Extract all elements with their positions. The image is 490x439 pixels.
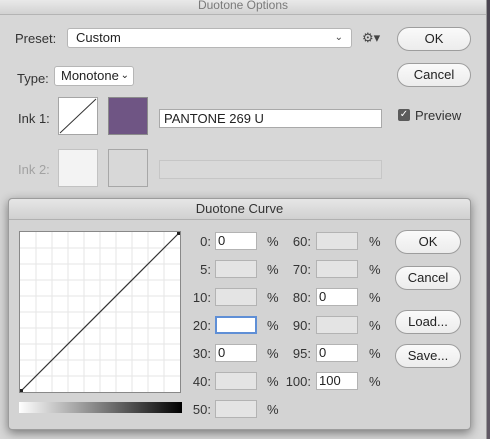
preset-label: Preset: — [15, 31, 57, 46]
point-label: 70: — [292, 262, 311, 277]
point-90-field[interactable] — [316, 316, 358, 334]
point-30-field[interactable]: 0 — [215, 344, 257, 362]
point-label: 40: — [192, 374, 211, 389]
chevron-down-icon: ⌄ — [120, 70, 129, 81]
ink2-name-field — [159, 160, 382, 179]
percent-sign: % — [267, 346, 279, 361]
point-label: 90: — [292, 318, 311, 333]
percent-sign: % — [267, 262, 279, 277]
point-95-field[interactable]: 0 — [316, 344, 358, 362]
percent-sign: % — [267, 234, 279, 249]
point-label: 60: — [292, 234, 311, 249]
curve-point-end[interactable] — [177, 232, 180, 235]
type-label: Type: — [17, 71, 49, 86]
curve-preview-icon — [59, 98, 97, 134]
percent-sign: % — [267, 318, 279, 333]
ink2-color-swatch — [108, 149, 148, 187]
curve-point-start[interactable] — [20, 389, 23, 392]
curve-graph[interactable] — [19, 231, 181, 393]
point-80-field[interactable]: 0 — [316, 288, 358, 306]
curve-grid — [20, 232, 180, 392]
preview-checkbox[interactable]: ✓ — [398, 109, 410, 121]
cancel-button[interactable]: Cancel — [397, 63, 471, 87]
curve-dialog-title: Duotone Curve — [9, 199, 470, 220]
point-40-field[interactable] — [215, 372, 257, 390]
curve-load-button[interactable]: Load... — [395, 310, 461, 334]
type-value: Monotone — [61, 68, 119, 83]
duotone-curve-dialog: Duotone Curve 0: 0 % 5: % 10: % 20: % 30… — [8, 198, 471, 430]
point-label: 5: — [200, 262, 211, 277]
percent-sign: % — [369, 346, 381, 361]
point-label: 80: — [292, 290, 311, 305]
percent-sign: % — [369, 234, 381, 249]
type-select[interactable]: Monotone ⌄ — [54, 66, 134, 86]
percent-sign: % — [369, 262, 381, 277]
point-50-field[interactable] — [215, 400, 257, 418]
preview-label: Preview — [415, 108, 462, 123]
ink2-curve-swatch — [58, 149, 98, 187]
point-5-field[interactable] — [215, 260, 257, 278]
curve-ok-button[interactable]: OK — [395, 230, 461, 254]
point-label: 0: — [200, 234, 211, 249]
curve-cancel-button[interactable]: Cancel — [395, 266, 461, 290]
preset-select[interactable]: Custom ⌄ — [67, 28, 352, 48]
preset-value: Custom — [76, 30, 121, 45]
percent-sign: % — [369, 374, 381, 389]
ink1-color-swatch[interactable] — [108, 97, 148, 135]
tone-gradient-bar — [19, 402, 182, 413]
percent-sign: % — [267, 290, 279, 305]
point-0-field[interactable]: 0 — [215, 232, 257, 250]
ink1-name-field[interactable]: PANTONE 269 U — [159, 109, 382, 128]
point-label: 10: — [192, 290, 211, 305]
ok-button[interactable]: OK — [397, 27, 471, 51]
chevron-down-icon: ⌄ — [334, 32, 343, 43]
ink2-label: Ink 2: — [18, 162, 50, 177]
ink1-curve-swatch[interactable] — [58, 97, 98, 135]
point-label: 100: — [285, 374, 311, 389]
point-label: 20: — [192, 318, 211, 333]
point-label: 50: — [192, 402, 211, 417]
gear-icon[interactable]: ⚙▾ — [362, 30, 380, 46]
percent-sign: % — [369, 290, 381, 305]
point-label: 30: — [192, 346, 211, 361]
percent-sign: % — [267, 402, 279, 417]
percent-sign: % — [267, 374, 279, 389]
point-100-field[interactable]: 100 — [316, 372, 358, 390]
window-title: Duotone Options — [0, 0, 486, 15]
point-70-field[interactable] — [316, 260, 358, 278]
percent-sign: % — [369, 318, 381, 333]
curve-save-button[interactable]: Save... — [395, 344, 461, 368]
point-10-field[interactable] — [215, 288, 257, 306]
point-60-field[interactable] — [316, 232, 358, 250]
point-20-field[interactable] — [215, 316, 257, 334]
point-label: 95: — [292, 346, 311, 361]
ink1-label: Ink 1: — [18, 111, 50, 126]
